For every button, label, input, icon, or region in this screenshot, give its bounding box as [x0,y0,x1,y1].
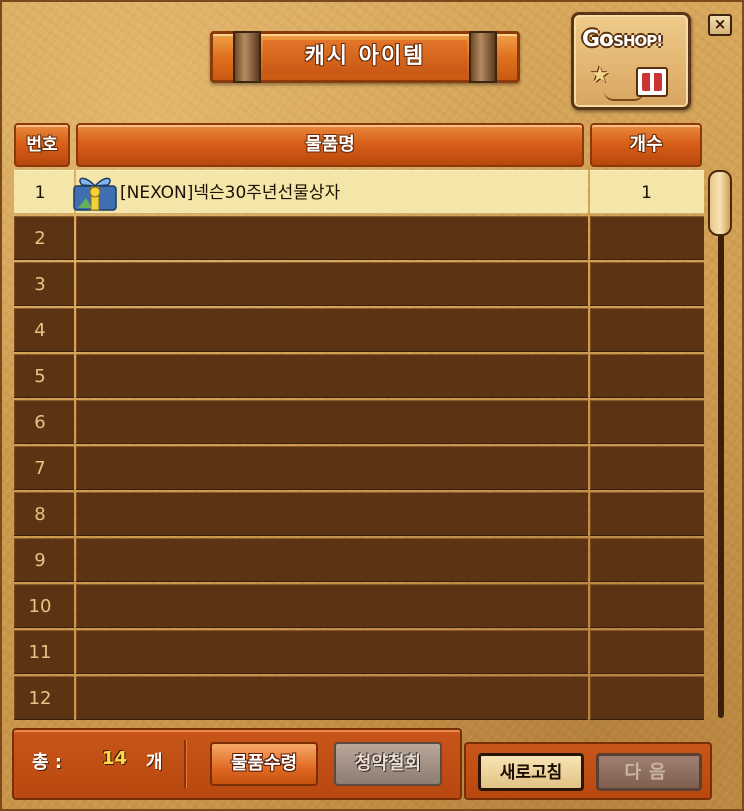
row-number-cell: 5 [14,354,74,398]
scrollbar-thumb[interactable] [708,170,732,236]
row-count: 1 [641,183,652,203]
refresh-button[interactable]: 새로고침 [478,753,584,791]
row-number-cell: 8 [14,492,74,536]
item-table: 1 [NEXON]넥슨30주년선물상자 1 2 3 4 5 6 7 8 9 10… [14,170,704,722]
footer-panel: 총 : 14 개 물품수령 청약철회 [12,728,462,800]
row-name-cell [76,262,588,306]
row-number-cell: 3 [14,262,74,306]
row-number: 7 [34,458,46,479]
footer-nav-panel: 새로고침 다음 [464,742,712,800]
table-row[interactable]: 12 [14,676,704,720]
table-row[interactable]: 1 [NEXON]넥슨30주년선물상자 1 [14,170,704,214]
close-button[interactable]: × [708,14,732,36]
total-label: 총 : [32,752,63,773]
table-row[interactable]: 11 [14,630,704,674]
row-name-cell [76,400,588,444]
row-number: 4 [34,320,46,341]
row-count-cell [590,584,704,628]
window-title: 캐시 아이템 [263,40,467,74]
row-number-cell: 1 [14,170,74,214]
row-number: 9 [34,550,46,571]
row-number: 12 [28,688,52,709]
row-name-cell [76,308,588,352]
table-row[interactable]: 5 [14,354,704,398]
column-header-number: 번호 [14,123,70,167]
row-number: 10 [28,596,52,617]
row-name-cell: [NEXON]넥슨30주년선물상자 [76,170,588,214]
row-number: 2 [34,228,46,249]
receive-item-button[interactable]: 물품수령 [210,742,318,786]
table-row[interactable]: 6 [14,400,704,444]
cash-item-window: 캐시 아이템 GoSHOP! ★ × 번호 물품명 개수 1 [NEXON]넥슨… [0,0,744,811]
next-page-button[interactable]: 다음 [596,753,702,791]
row-number: 8 [34,504,46,525]
title-plate: 캐시 아이템 [210,31,520,83]
row-name-cell [76,676,588,720]
row-count-cell: 1 [590,170,704,214]
row-number: 1 [34,183,46,203]
row-number: 11 [28,642,52,663]
go-shop-shop: SHOP! [613,32,663,50]
table-row[interactable]: 9 [14,538,704,582]
row-number-cell: 9 [14,538,74,582]
row-count-cell [590,216,704,260]
row-count-cell [590,308,704,352]
scrollbar-track[interactable] [718,170,724,718]
total-value: 14 [102,748,128,769]
title-cap-right [469,31,497,83]
row-number-cell: 12 [14,676,74,720]
table-row[interactable]: 7 [14,446,704,490]
column-header-name: 물품명 [76,123,584,167]
footer-divider [184,740,186,788]
row-name-cell [76,446,588,490]
table-row[interactable]: 4 [14,308,704,352]
title-cap-left [233,31,261,83]
row-number: 5 [34,366,46,387]
row-name-cell [76,216,588,260]
go-shop-label: GoSHOP! [582,27,663,52]
go-shop-button[interactable]: GoSHOP! ★ [571,12,691,110]
row-count-cell [590,676,704,720]
row-name-cell [76,354,588,398]
row-name-cell [76,630,588,674]
row-number-cell: 10 [14,584,74,628]
row-count-cell [590,262,704,306]
table-row[interactable]: 8 [14,492,704,536]
row-item-name: [NEXON]넥슨30주년선물상자 [120,183,341,203]
table-row[interactable]: 2 [14,216,704,260]
shopping-bag-icon [636,67,668,97]
row-count-cell [590,400,704,444]
row-number-cell: 11 [14,630,74,674]
row-count-cell [590,446,704,490]
gift-box-icon [73,177,117,211]
go-shop-go: Go [582,27,614,52]
row-count-cell [590,354,704,398]
row-count-cell [590,492,704,536]
row-number-cell: 6 [14,400,74,444]
row-number-cell: 4 [14,308,74,352]
table-row[interactable]: 3 [14,262,704,306]
star-icon: ★ [590,63,610,88]
cancel-subscription-button[interactable]: 청약철회 [334,742,442,786]
row-count-cell [590,538,704,582]
column-header-count: 개수 [590,123,702,167]
row-number-cell: 7 [14,446,74,490]
row-number-cell: 2 [14,216,74,260]
row-number: 3 [34,274,46,295]
row-number: 6 [34,412,46,433]
row-name-cell [76,492,588,536]
total-unit: 개 [146,752,163,773]
row-name-cell [76,584,588,628]
row-count-cell [590,630,704,674]
table-row[interactable]: 10 [14,584,704,628]
row-name-cell [76,538,588,582]
